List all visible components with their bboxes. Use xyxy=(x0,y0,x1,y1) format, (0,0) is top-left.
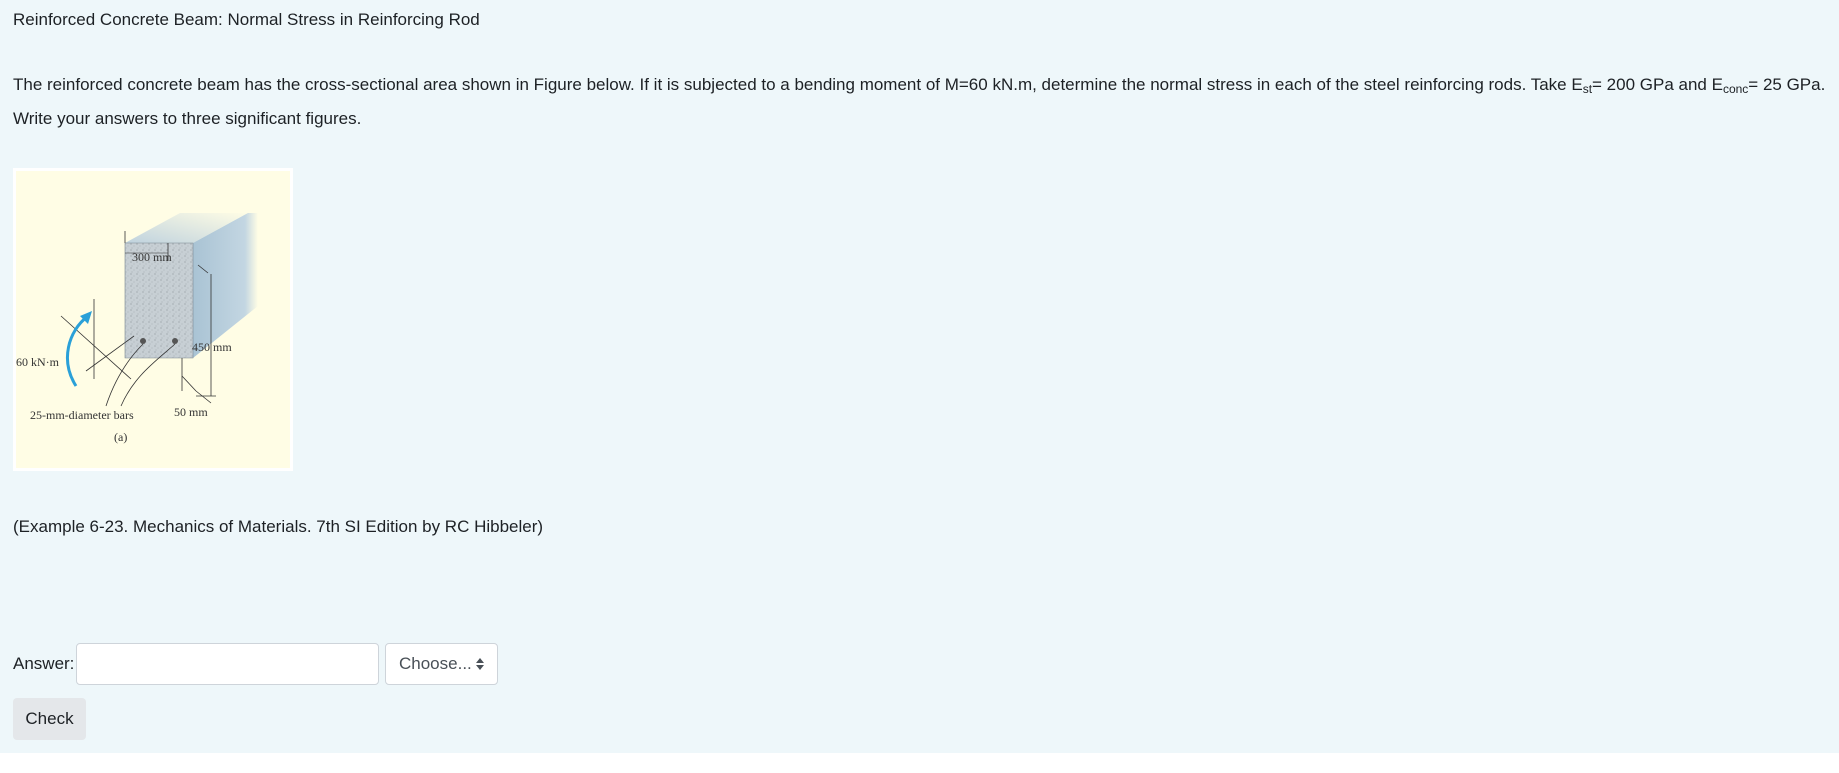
question-text: The reinforced concrete beam has the cro… xyxy=(13,68,1828,136)
moment-arrow xyxy=(66,314,89,387)
answer-label: Answer: xyxy=(13,654,75,673)
check-button[interactable]: Check xyxy=(13,698,86,740)
beam-diagram: 300 mm 450 mm 50 mm 60 kN·m 25-mm-diamet… xyxy=(16,213,258,444)
sort-caret-icon xyxy=(476,658,484,670)
rebar-left xyxy=(140,338,146,344)
label-width: 300 mm xyxy=(132,250,172,264)
question-text-line2: Write your answers to three significant … xyxy=(13,109,362,128)
rebar-right xyxy=(172,338,178,344)
label-height: 450 mm xyxy=(192,340,232,354)
figure-caption: (a) xyxy=(114,430,127,444)
question-text-line1: The reinforced concrete beam has the cro… xyxy=(13,75,1826,96)
unit-select-value: Choose... xyxy=(399,654,472,673)
answer-input[interactable] xyxy=(76,643,379,685)
question-panel: Reinforced Concrete Beam: Normal Stress … xyxy=(0,0,1839,753)
question-title: Reinforced Concrete Beam: Normal Stress … xyxy=(13,10,480,29)
label-bars: 25-mm-diameter bars xyxy=(30,408,134,422)
unit-select[interactable]: Choose... xyxy=(385,643,498,685)
label-cover: 50 mm xyxy=(174,405,208,419)
label-moment: 60 kN·m xyxy=(16,355,60,369)
beam-figure: 300 mm 450 mm 50 mm 60 kN·m 25-mm-diamet… xyxy=(13,168,293,471)
source-citation: (Example 6-23. Mechanics of Materials. 7… xyxy=(13,517,544,536)
axis-line xyxy=(60,315,132,380)
